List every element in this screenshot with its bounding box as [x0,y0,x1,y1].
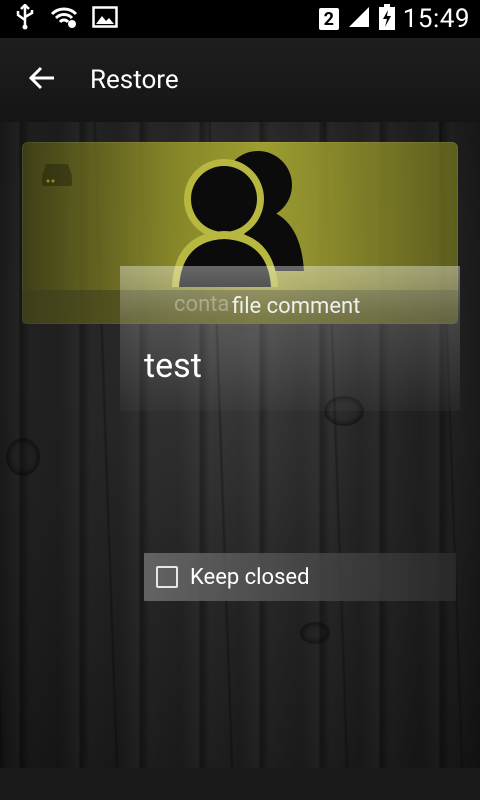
bottom-bar [0,768,480,800]
keep-closed-checkbox[interactable] [156,566,178,588]
app-bar: Restore [0,38,480,122]
file-comment-dialog: file comment test [120,266,460,411]
usb-icon [14,3,36,34]
sim-slot-badge: 2 [318,8,339,30]
drive-icon [40,162,74,192]
image-notification-icon [92,6,118,32]
wood-knot [6,438,40,476]
back-button[interactable] [12,50,72,110]
dialog-comment-text: test [144,346,202,386]
arrow-left-icon [28,64,56,96]
keep-closed-row[interactable]: Keep closed [144,553,456,601]
clock: 15:49 [402,4,470,34]
battery-charging-icon [378,4,395,34]
dialog-title: file comment [232,294,361,319]
wifi-icon [50,6,78,32]
signal-icon [347,6,371,32]
page-title: Restore [90,65,179,95]
wood-knot [300,622,330,644]
keep-closed-label: Keep closed [190,564,310,590]
status-bar: 2 15:49 [0,0,480,38]
